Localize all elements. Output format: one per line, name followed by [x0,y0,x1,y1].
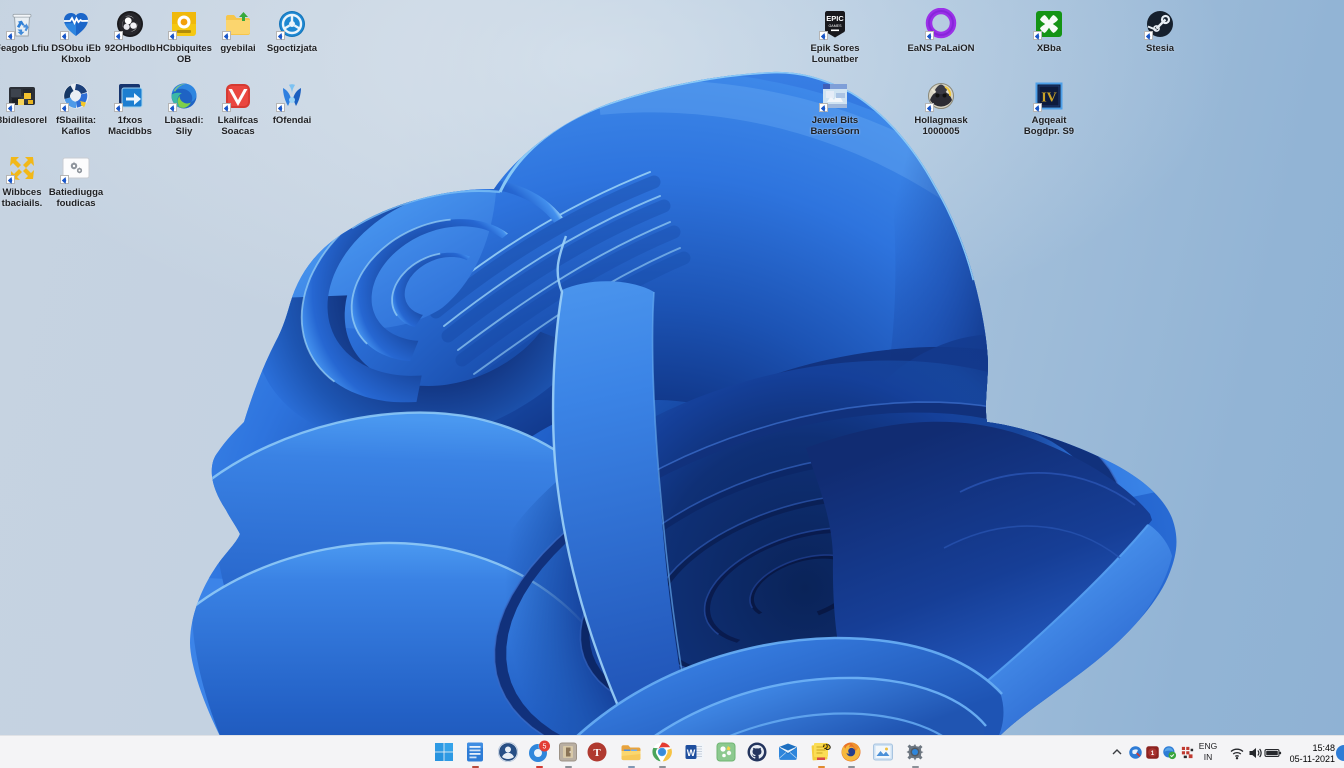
svg-text:T: T [593,747,601,759]
svg-text:IV: IV [1041,91,1057,106]
svg-text:EPIC: EPIC [826,14,844,23]
svg-text:5: 5 [543,743,547,750]
svg-text:W: W [687,748,696,758]
svg-text:GAMES: GAMES [829,24,843,28]
svg-text:1: 1 [1151,750,1155,757]
